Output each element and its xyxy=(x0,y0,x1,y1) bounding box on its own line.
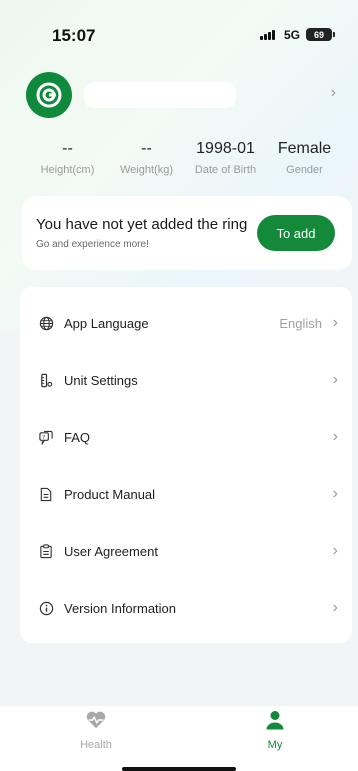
menu-item-user-agreement[interactable]: User Agreement › xyxy=(20,531,352,571)
stat-gender: Female Gender xyxy=(265,138,344,184)
status-time: 15:07 xyxy=(52,26,96,45)
person-icon xyxy=(266,711,284,730)
username-redacted xyxy=(84,82,236,108)
brand-logo-icon xyxy=(36,82,62,108)
ring-card-title: You have not yet added the ring xyxy=(36,216,248,233)
add-ring-card: You have not yet added the ring Go and e… xyxy=(22,196,352,270)
faq-icon: ? xyxy=(38,429,54,445)
network-type: 5G xyxy=(284,28,301,42)
profile-stats: -- Height(cm) -- Weight(kg) 1998-01 Date… xyxy=(28,138,344,184)
home-indicator xyxy=(122,767,236,771)
tab-my[interactable]: My xyxy=(235,710,315,751)
stat-date-of-birth: 1998-01 Date of Birth xyxy=(186,138,265,184)
menu-item-label: FAQ xyxy=(64,429,91,445)
chevron-right-icon: › xyxy=(332,314,338,331)
info-icon xyxy=(38,600,54,616)
menu-item-label: App Language xyxy=(64,315,149,331)
stat-height: -- Height(cm) xyxy=(28,138,107,184)
stat-value: 1998-01 xyxy=(196,140,255,157)
status-bar: 15:07 5G 69 xyxy=(0,0,358,60)
menu-item-app-language[interactable]: App Language English › xyxy=(20,303,352,343)
stat-weight: -- Weight(kg) xyxy=(107,138,186,184)
stat-value: Female xyxy=(277,140,332,157)
chevron-right-icon: › xyxy=(332,428,338,445)
chevron-right-icon: › xyxy=(332,371,338,388)
stat-label: Weight(kg) xyxy=(120,164,173,176)
profile-header[interactable]: › xyxy=(26,72,342,118)
stat-value: -- xyxy=(141,140,152,157)
tab-label: My xyxy=(267,739,283,751)
chevron-right-icon: › xyxy=(332,542,338,559)
menu-item-label: Unit Settings xyxy=(64,372,138,388)
menu-item-unit-settings[interactable]: Unit Settings › xyxy=(20,360,352,400)
chevron-right-icon[interactable]: › xyxy=(331,84,336,102)
signal-icon xyxy=(260,30,275,40)
svg-text:?: ? xyxy=(42,434,45,440)
menu-item-label: User Agreement xyxy=(64,543,158,559)
bottom-tab-bar: Health My xyxy=(0,706,358,771)
stat-label: Date of Birth xyxy=(194,164,257,176)
menu-item-product-manual[interactable]: Product Manual › xyxy=(20,474,352,514)
avatar[interactable] xyxy=(26,72,72,118)
ruler-icon xyxy=(38,372,54,388)
clipboard-icon xyxy=(38,543,54,559)
menu-item-version-information[interactable]: Version Information › xyxy=(20,588,352,628)
menu-item-faq[interactable]: ? FAQ › xyxy=(20,417,352,457)
stat-label: Height(cm) xyxy=(40,164,95,176)
ring-card-subtitle: Go and experience more! xyxy=(36,239,149,250)
battery-level: 69 xyxy=(313,29,324,40)
globe-icon xyxy=(38,315,54,331)
document-icon xyxy=(38,486,54,502)
tab-label: Health xyxy=(80,739,112,751)
battery-icon: 69 xyxy=(306,28,335,41)
tab-health[interactable]: Health xyxy=(56,710,136,751)
menu-item-label: Version Information xyxy=(64,600,177,616)
menu-item-label: Product Manual xyxy=(64,486,156,502)
chevron-right-icon: › xyxy=(332,485,338,502)
stat-label: Gender xyxy=(286,164,323,176)
heart-pulse-icon xyxy=(86,711,106,729)
stat-value: -- xyxy=(62,140,73,157)
chevron-right-icon: › xyxy=(332,599,338,616)
menu-item-value: English xyxy=(279,315,322,331)
to-add-button[interactable]: To add xyxy=(257,215,335,251)
settings-menu: App Language English › Unit Settings › ?… xyxy=(20,287,352,643)
